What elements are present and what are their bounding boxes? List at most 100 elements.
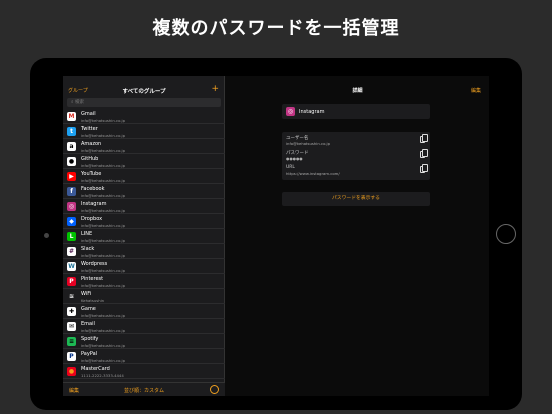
- item-name: Email: [81, 321, 95, 327]
- list-item[interactable]: ≋ WiFi Kehatsushin: [63, 289, 225, 304]
- list-item[interactable]: ✉ Email info@kehatsushin.co.jp: [63, 319, 225, 334]
- copy-icon[interactable]: [420, 164, 428, 173]
- line-icon: L: [67, 232, 76, 241]
- item-name: Twitter: [81, 126, 98, 132]
- item-subtitle: info@kehatsushin.co.jp: [81, 177, 125, 183]
- list-item[interactable]: ● GitHub info@kehatsushin.co.jp: [63, 154, 225, 169]
- paypal-icon: P: [67, 352, 76, 361]
- sidebar: グループ すべてのグループ + ⌕ 検索 M Gmail info@kehatsus…: [63, 76, 225, 396]
- list-item[interactable]: ◎ Instagram info@kehatsushin.co.jp: [63, 199, 225, 214]
- item-name: GitHub: [81, 156, 99, 162]
- wordpress-icon: W: [67, 262, 76, 271]
- list-item[interactable]: ✚ Game info@kehatsushin.co.jp: [63, 304, 225, 319]
- list-item[interactable]: ≡ Spotify info@kehatsushin.co.jp: [63, 334, 225, 349]
- github-icon: ●: [67, 157, 76, 166]
- item-name: Pinterest: [81, 276, 104, 282]
- pinterest-icon: P: [67, 277, 76, 286]
- sidebar-toolbar: 編集 並び順：カスタム: [63, 382, 225, 396]
- item-subtitle: info@kehatsushin.co.jp: [81, 267, 125, 273]
- item-name: Spotify: [81, 336, 99, 342]
- list-item[interactable]: P PayPal info@kehatsushin.co.jp: [63, 349, 225, 364]
- item-name: Slack: [81, 246, 95, 252]
- item-subtitle: info@kehatsushin.co.jp: [81, 282, 125, 288]
- copy-icon[interactable]: [420, 134, 428, 143]
- entry-list: M Gmail info@kehatsushin.co.jp t Twitter info…: [63, 109, 225, 379]
- facebook-icon: f: [67, 187, 76, 196]
- item-subtitle: info@kehatsushin.co.jp: [81, 357, 125, 363]
- item-subtitle: info@kehatsushin.co.jp: [81, 162, 125, 168]
- list-item[interactable]: L LINE info@kehatsushin.co.jp: [63, 229, 225, 244]
- search-input[interactable]: ⌕ 検索: [67, 98, 221, 107]
- dropbox-icon: ◆: [67, 217, 76, 226]
- sidebar-nav: グループ すべてのグループ +: [63, 84, 225, 97]
- item-name: PayPal: [81, 351, 98, 357]
- list-item[interactable]: ● MasterCard 1111-2222-3333-4444: [63, 364, 225, 379]
- list-item[interactable]: P Pinterest info@kehatsushin.co.jp: [63, 274, 225, 289]
- detail-edit-button[interactable]: 編集: [471, 87, 481, 94]
- home-button[interactable]: [496, 224, 516, 244]
- wifi-icon: ≋: [67, 292, 76, 301]
- field-value: https://www.instagram.com/: [286, 171, 340, 176]
- youtube-icon: ▶: [67, 172, 76, 181]
- item-subtitle: info@kehatsushin.co.jp: [81, 327, 125, 333]
- item-name: Facebook: [81, 186, 105, 192]
- app-screen: iPad ᯤ 7:41 ☾ ✱ 63% ▭ グループ すべてのグループ + ⌕ …: [63, 76, 489, 396]
- item-subtitle: info@kehatsushin.co.jp: [81, 207, 125, 213]
- list-item[interactable]: # Slack info@kehatsushin.co.jp: [63, 244, 225, 259]
- password-field[interactable]: パスワード ●●●●●: [286, 149, 428, 163]
- item-name: MasterCard: [81, 366, 110, 372]
- item-name: LINE: [81, 231, 93, 237]
- sort-button[interactable]: 並び順：カスタム: [63, 387, 225, 394]
- list-item[interactable]: f Facebook info@kehatsushin.co.jp: [63, 184, 225, 199]
- field-value: info@kehatsushin.co.jp: [286, 141, 330, 146]
- fields-card: ユーザー名 info@kehatsushin.co.jp パスワード ●●●●●…: [282, 132, 430, 180]
- item-name: Wordpress: [81, 261, 108, 267]
- sidebar-title: すべてのグループ: [122, 89, 166, 95]
- settings-gear-icon[interactable]: [210, 385, 219, 394]
- spotify-icon: ≡: [67, 337, 76, 346]
- item-subtitle: info@kehatsushin.co.jp: [81, 252, 125, 258]
- item-name: Game: [81, 306, 96, 312]
- headline: 複数のパスワードを一括管理: [152, 18, 400, 39]
- item-subtitle: 1111-2222-3333-4444: [81, 372, 124, 378]
- slack-icon: #: [67, 247, 76, 256]
- search-placeholder: 検索: [74, 100, 84, 105]
- amazon-icon: a: [67, 142, 76, 151]
- copy-icon[interactable]: [420, 149, 428, 158]
- item-name: Instagram: [81, 201, 107, 207]
- list-item[interactable]: ▶ YouTube info@kehatsushin.co.jp: [63, 169, 225, 184]
- url-field[interactable]: URL https://www.instagram.com/: [286, 164, 428, 178]
- item-subtitle: info@kehatsushin.co.jp: [81, 192, 125, 198]
- app-name: Instagram: [299, 109, 325, 115]
- item-name: YouTube: [81, 171, 102, 177]
- item-name: WiFi: [81, 291, 92, 297]
- email-icon: ✉: [67, 322, 76, 331]
- list-item[interactable]: t Twitter info@kehatsushin.co.jp: [63, 124, 225, 139]
- list-item[interactable]: ◆ Dropbox info@kehatsushin.co.jp: [63, 214, 225, 229]
- show-password-button[interactable]: パスワードを表示する: [282, 192, 430, 206]
- field-label: URL: [286, 165, 295, 170]
- list-item[interactable]: M Gmail info@kehatsushin.co.jp: [63, 109, 225, 124]
- mastercard-icon: ●: [67, 367, 76, 376]
- item-subtitle: info@kehatsushin.co.jp: [81, 342, 125, 348]
- instagram-icon: ◎: [286, 107, 295, 116]
- item-subtitle: info@kehatsushin.co.jp: [81, 222, 125, 228]
- item-subtitle: info@kehatsushin.co.jp: [81, 117, 125, 123]
- item-subtitle: info@kehatsushin.co.jp: [81, 237, 125, 243]
- gmail-icon: M: [67, 112, 76, 121]
- item-name: Dropbox: [81, 216, 103, 222]
- field-value: ●●●●●: [286, 156, 303, 161]
- item-subtitle: info@kehatsushin.co.jp: [81, 147, 125, 153]
- add-button[interactable]: +: [211, 84, 219, 94]
- item-name: Gmail: [81, 111, 96, 117]
- item-name: Amazon: [81, 141, 102, 147]
- list-item[interactable]: a Amazon info@kehatsushin.co.jp: [63, 139, 225, 154]
- instagram-icon: ◎: [67, 202, 76, 211]
- list-item[interactable]: W Wordpress info@kehatsushin.co.jp: [63, 259, 225, 274]
- username-field[interactable]: ユーザー名 info@kehatsushin.co.jp: [286, 134, 428, 148]
- detail-title: 詳細: [352, 88, 363, 94]
- app-header-card: ◎ Instagram: [282, 104, 430, 119]
- item-subtitle: Kehatsushin: [81, 297, 105, 303]
- twitter-icon: t: [67, 127, 76, 136]
- item-subtitle: info@kehatsushin.co.jp: [81, 132, 125, 138]
